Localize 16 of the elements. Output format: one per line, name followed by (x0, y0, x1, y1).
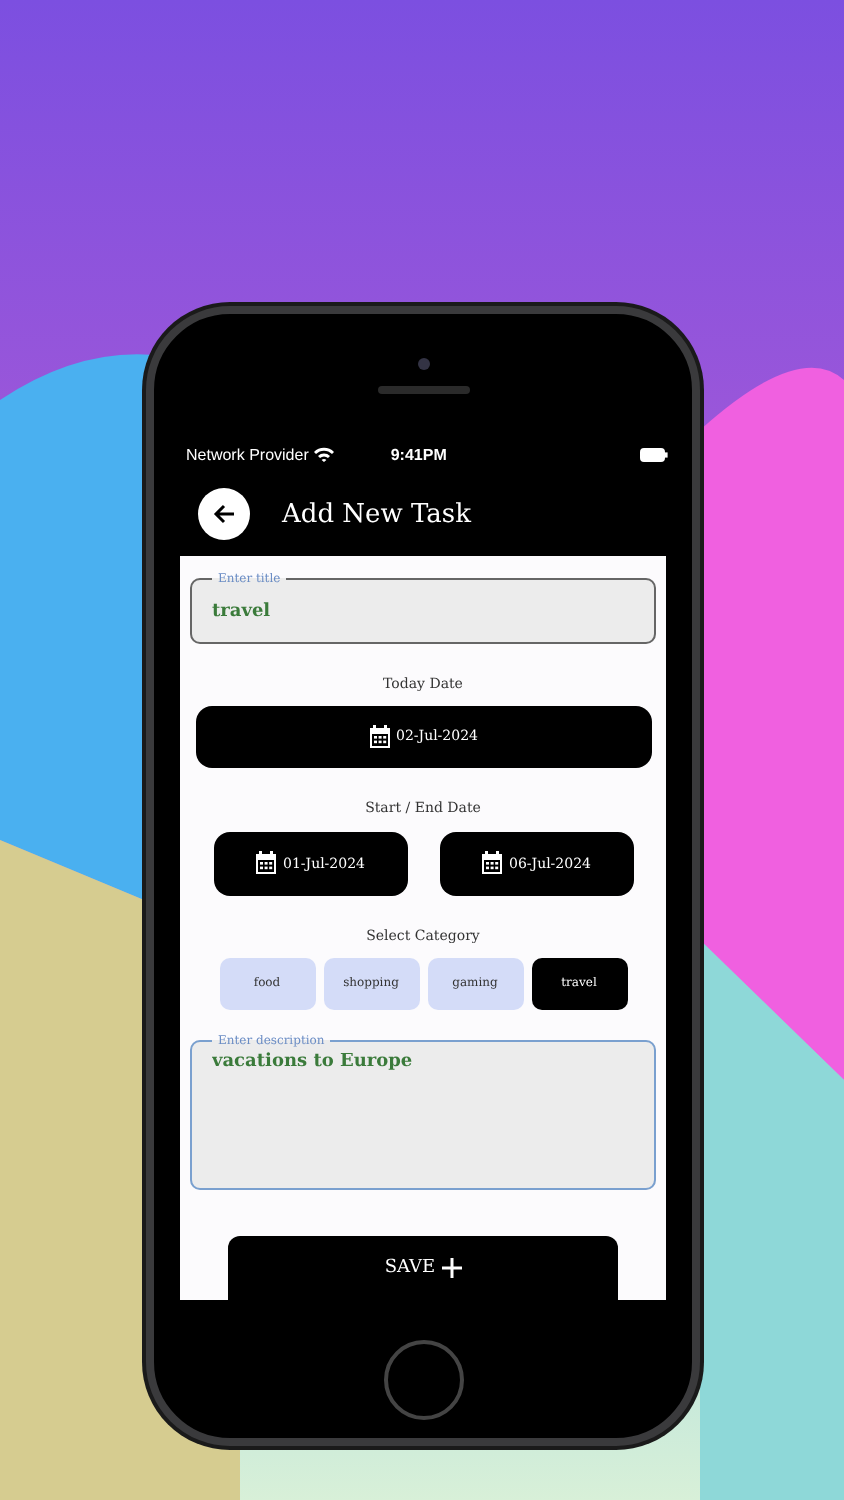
plus-icon (441, 1258, 462, 1278)
description-input[interactable]: vacations to Europe (212, 1047, 634, 1156)
back-arrow-icon (212, 502, 236, 526)
carrier-name: Network Provider (186, 445, 309, 463)
title-input[interactable]: travel (212, 598, 634, 626)
calendar-icon (367, 723, 392, 750)
status-time: 9:41PM (390, 445, 447, 463)
speaker-grille (377, 385, 469, 393)
screen-title: Add New Task (282, 499, 471, 529)
camera-icon (417, 357, 429, 369)
save-button[interactable]: SAVE (228, 1236, 618, 1300)
wifi-icon (314, 446, 335, 462)
back-button[interactable] (198, 488, 250, 540)
calendar-icon (254, 850, 279, 877)
battery-icon (640, 447, 668, 461)
calendar-icon (480, 850, 505, 877)
